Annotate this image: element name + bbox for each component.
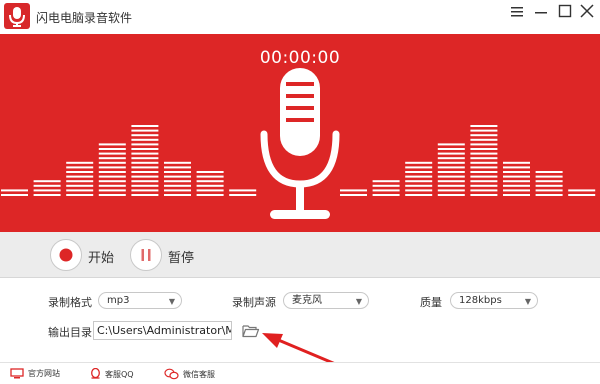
format-select[interactable]: mp3 ▼ <box>98 292 182 309</box>
source-label: 录制声源 <box>232 296 276 309</box>
official-website-link[interactable]: 官方网站 <box>10 368 60 379</box>
equalizer-bar-left-6 <box>164 161 191 196</box>
equalizer-bar-left-5 <box>131 125 159 196</box>
qq-support-label: 客服QQ <box>105 369 134 379</box>
control-bar: 开始 暂停 <box>0 232 600 278</box>
quality-value: 128kbps <box>459 295 502 306</box>
wechat-icon <box>164 368 179 380</box>
chevron-down-icon: ▼ <box>355 297 362 306</box>
format-label: 录制格式 <box>48 296 92 309</box>
monitor-icon <box>10 368 24 379</box>
equalizer-bar-right-5 <box>470 125 498 196</box>
recording-timer: 00:00:00 <box>259 48 341 68</box>
app-title: 闪电电脑录音软件 <box>36 11 133 25</box>
settings-panel <box>0 278 600 362</box>
pause-label[interactable]: 暂停 <box>168 247 194 266</box>
equalizer-bar-right-8 <box>568 189 596 196</box>
record-icon <box>59 248 73 262</box>
output-path-field[interactable]: C:\Users\Administrator\Music <box>93 321 232 340</box>
source-select[interactable]: 麦克风 ▼ <box>283 292 369 309</box>
close-icon[interactable] <box>578 3 596 19</box>
chevron-down-icon: ▼ <box>168 297 175 306</box>
wechat-support-label: 微信客服 <box>183 369 215 379</box>
equalizer-bar-right-3 <box>405 161 433 196</box>
quality-select[interactable]: 128kbps ▼ <box>450 292 538 309</box>
equalizer-bar-left-2 <box>33 180 61 196</box>
equalizer-bar-right-1 <box>340 189 367 196</box>
equalizer-bar-right-7 <box>535 171 563 196</box>
equalizer-bar-left-8 <box>229 189 257 196</box>
equalizer-bar-right-4 <box>437 143 465 196</box>
wechat-support-link[interactable]: 微信客服 <box>164 368 215 380</box>
quality-label: 质量 <box>420 296 442 309</box>
app-mic-logo-icon <box>4 3 30 29</box>
start-button[interactable] <box>50 239 82 271</box>
official-website-label: 官方网站 <box>28 369 60 378</box>
footer-bar: 官方网站 客服QQ 微信客服 <box>0 362 600 384</box>
chevron-down-icon: ▼ <box>524 297 531 306</box>
qq-icon <box>91 368 100 379</box>
menu-icon[interactable] <box>508 3 526 19</box>
folder-open-icon[interactable] <box>242 323 260 342</box>
equalizer-bar-left-4 <box>98 143 126 196</box>
minimize-icon[interactable] <box>532 3 550 19</box>
equalizer-bar-left-3 <box>66 161 94 196</box>
maximize-icon[interactable] <box>556 3 574 19</box>
recording-panel: 00:00:00 <box>0 34 600 232</box>
equalizer-bar-left-7 <box>196 171 224 196</box>
qq-support-link[interactable]: 客服QQ <box>90 368 134 380</box>
title-bar: 闪电电脑录音软件 <box>0 0 600 34</box>
source-value: 麦克风 <box>292 295 322 306</box>
start-label[interactable]: 开始 <box>88 247 114 266</box>
output-label: 输出目录 <box>48 326 92 339</box>
format-value: mp3 <box>107 295 130 306</box>
equalizer-bar-left-1 <box>1 189 28 196</box>
equalizer-bar-right-2 <box>372 180 400 196</box>
pause-button[interactable] <box>130 239 162 271</box>
equalizer-bar-right-6 <box>503 161 530 196</box>
pause-icon <box>141 249 151 261</box>
microphone-icon <box>260 68 340 219</box>
